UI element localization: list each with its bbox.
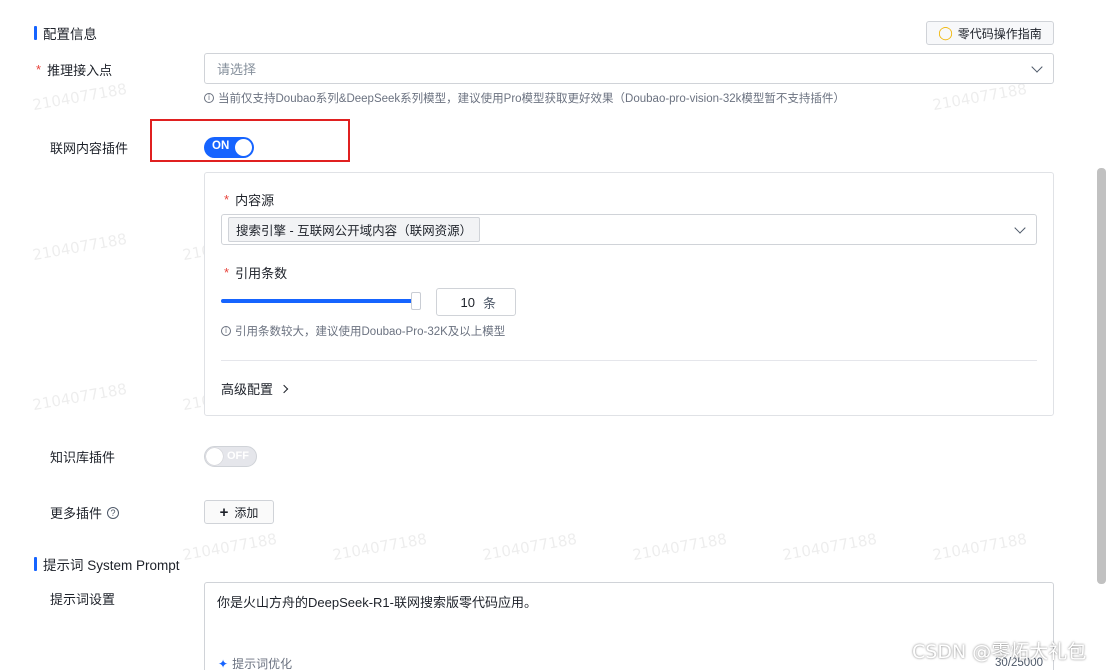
magic-wand-icon: ✦	[218, 656, 229, 670]
chevron-down-icon	[1031, 60, 1043, 73]
highlight-box	[150, 119, 350, 162]
watermark: 2104077188	[631, 529, 729, 565]
citation-count-label: * 引用条数	[224, 263, 287, 282]
knowledge-plugin-toggle[interactable]: OFF	[204, 446, 257, 467]
inference-endpoint-placeholder: 请选择	[217, 62, 257, 77]
config-section-title-text: 配置信息	[43, 27, 97, 42]
watermark: 2104077188	[481, 529, 579, 565]
watermark: 2104077188	[31, 379, 129, 415]
citation-count-slider-track[interactable]	[221, 299, 416, 303]
advanced-config-link[interactable]: 高级配置	[221, 379, 289, 398]
content-source-label: * 内容源	[224, 190, 274, 209]
section-accent-bar	[34, 26, 37, 40]
toggle-off-text: OFF	[227, 450, 249, 462]
add-plugin-button[interactable]: + 添加	[204, 500, 274, 524]
citation-count-slider-handle[interactable]	[411, 292, 421, 310]
add-plugin-button-label: 添加	[234, 505, 259, 520]
chevron-down-icon	[1014, 221, 1026, 234]
advanced-config-label: 高级配置	[221, 382, 274, 397]
prompt-text: 你是火山方舟的DeepSeek-R1-联网搜索版零代码应用。	[217, 595, 537, 610]
more-plugins-label-text: 更多插件	[50, 506, 103, 521]
content-source-tag: 搜索引擎 - 互联网公开域内容（联网资源）	[228, 217, 481, 242]
lightbulb-icon: ◯	[938, 25, 953, 40]
plus-icon: +	[219, 503, 229, 521]
more-plugins-label: 更多插件 ?	[50, 503, 120, 522]
prompt-optimize-label: 提示词优化	[232, 657, 293, 670]
content-source-select[interactable]: 搜索引擎 - 互联网公开域内容（联网资源）	[221, 214, 1037, 245]
citation-count-hint-text: 引用条数较大，建议使用Doubao-Pro-32K及以上模型	[235, 326, 506, 338]
prompt-section-title: 提示词 System Prompt	[34, 554, 180, 574]
prompt-section-title-text: 提示词 System Prompt	[43, 558, 180, 573]
watermark: 2104077188	[781, 529, 879, 565]
required-mark: *	[36, 62, 42, 77]
citation-count-input[interactable]: 10 条	[436, 288, 516, 316]
guide-button[interactable]: ◯ 零代码操作指南	[926, 21, 1054, 45]
chevron-right-icon	[279, 384, 289, 393]
prompt-settings-label: 提示词设置	[50, 592, 116, 607]
citation-count-label-text: 引用条数	[235, 266, 288, 281]
help-icon[interactable]: ?	[107, 506, 120, 519]
citation-count-value: 10	[460, 294, 475, 310]
watermark: 2104077188	[931, 529, 1029, 565]
inference-endpoint-hint: i 当前仅支持Doubao系列&DeepSeek系列模型，建议使用Pro模型获取…	[204, 90, 845, 106]
content-source-label-text: 内容源	[235, 193, 275, 208]
section-accent-bar	[34, 557, 37, 571]
inference-endpoint-label-text: 推理接入点	[47, 63, 113, 78]
web-plugin-panel	[204, 172, 1054, 416]
watermark: 2104077188	[181, 529, 279, 565]
watermark: 2104077188	[931, 79, 1029, 115]
knowledge-plugin-label: 知识库插件	[50, 450, 116, 465]
watermark: 2104077188	[31, 229, 129, 265]
panel-divider	[221, 360, 1037, 361]
inference-endpoint-select[interactable]: 请选择	[204, 53, 1054, 84]
citation-count-unit: 条	[483, 295, 497, 311]
watermark: 2104077188	[331, 529, 429, 565]
info-icon: i	[221, 326, 231, 336]
watermark: 2104077188	[31, 79, 129, 115]
config-section-title: 配置信息	[34, 23, 97, 43]
web-plugin-label: 联网内容插件	[50, 141, 129, 156]
csdn-watermark: CSDN @零炻大礼包	[912, 641, 1087, 663]
info-icon: i	[204, 93, 214, 103]
guide-button-label: 零代码操作指南	[957, 26, 1042, 41]
inference-endpoint-label: * 推理接入点	[36, 60, 112, 79]
required-mark: *	[224, 265, 230, 280]
required-mark: *	[224, 192, 230, 207]
inference-endpoint-hint-text: 当前仅支持Doubao系列&DeepSeek系列模型，建议使用Pro模型获取更好…	[218, 93, 845, 105]
prompt-optimize-button[interactable]: ✦ 提示词优化	[218, 655, 292, 670]
vertical-scrollbar[interactable]	[1097, 168, 1106, 584]
citation-count-hint: i 引用条数较大，建议使用Doubao-Pro-32K及以上模型	[221, 323, 505, 339]
toggle-knob	[206, 448, 223, 465]
